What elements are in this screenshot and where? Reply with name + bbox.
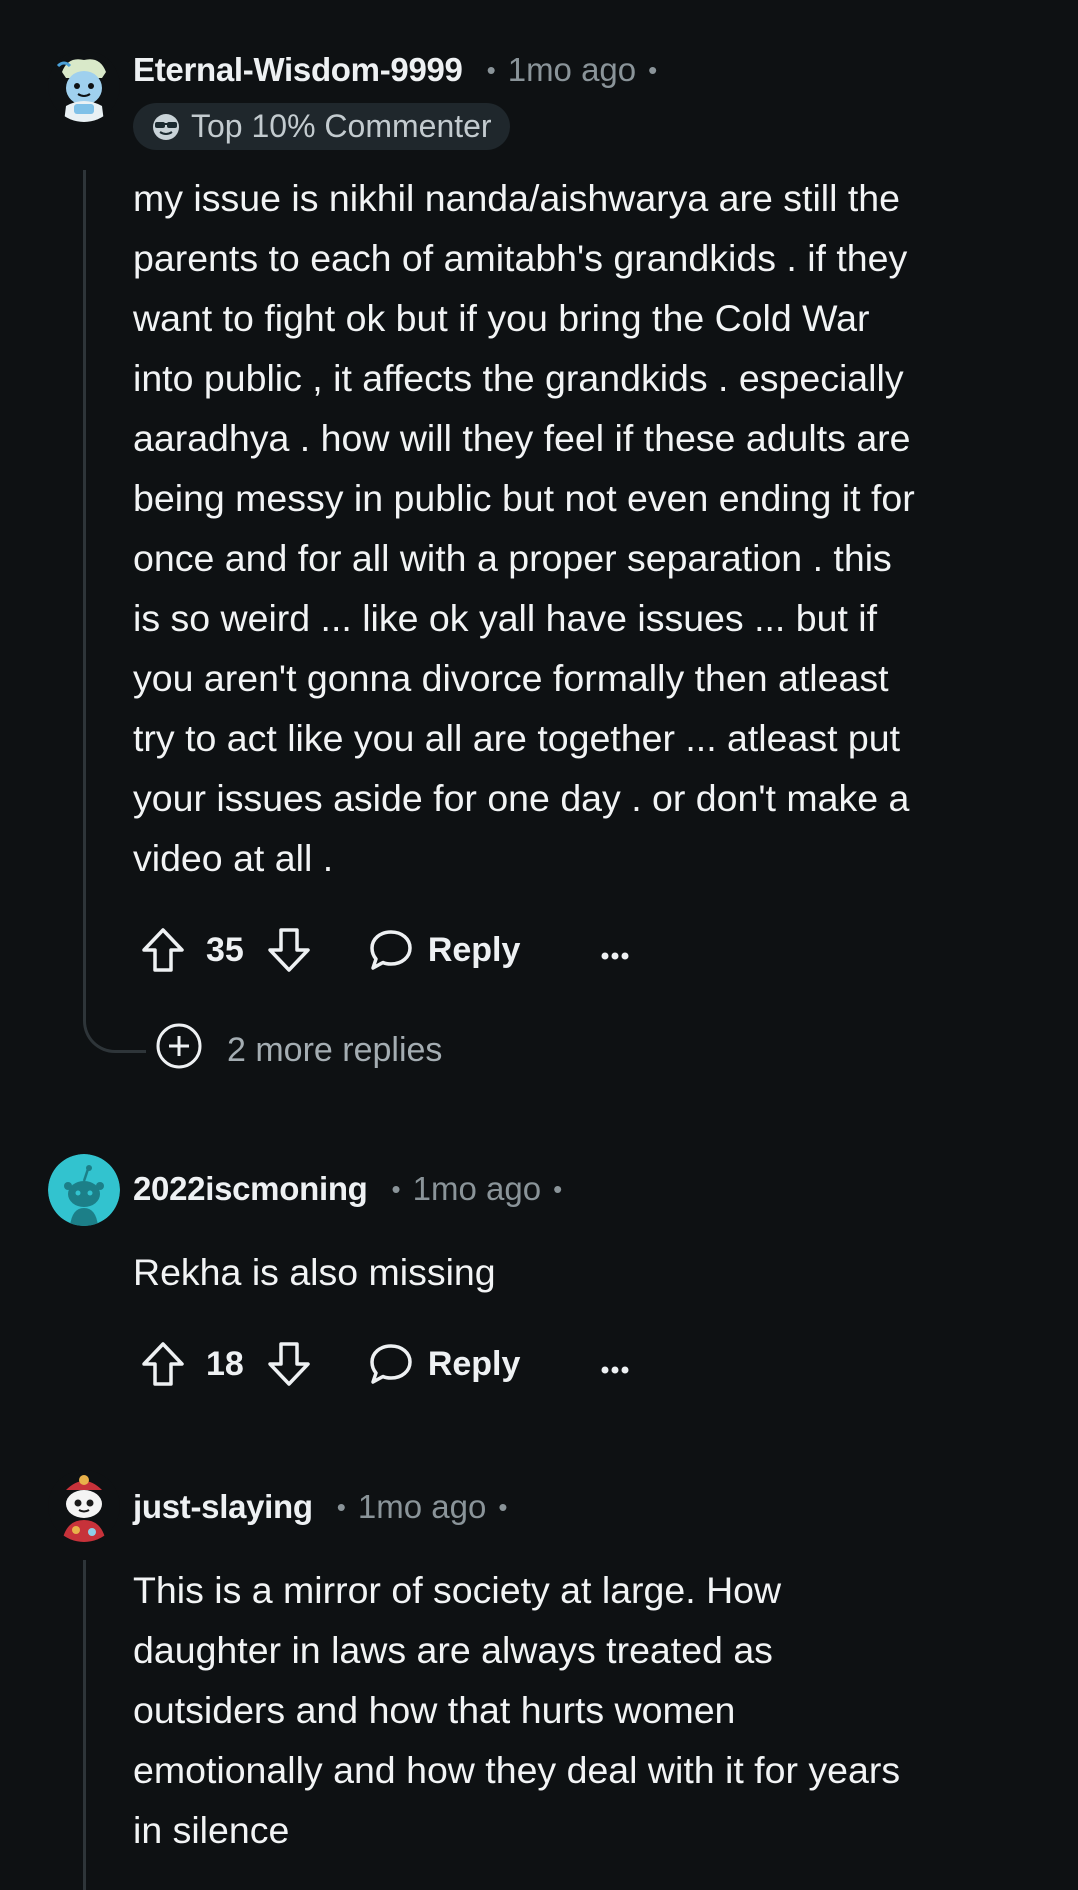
body-line: This is a mirror of society at large. Ho… bbox=[133, 1569, 782, 1611]
comment-header: just-slaying • 1mo ago • bbox=[133, 1487, 507, 1527]
meta-separator: • bbox=[553, 1174, 563, 1204]
more-options-button[interactable] bbox=[600, 931, 630, 970]
downvote-arrow-icon[interactable] bbox=[266, 1340, 312, 1388]
thread-line bbox=[83, 1560, 86, 1890]
comment-header: Eternal-Wisdom-9999 • 1mo ago • bbox=[133, 50, 657, 90]
reply-label: Reply bbox=[427, 930, 521, 969]
reply-button[interactable]: Reply bbox=[368, 928, 521, 972]
body-line: once and for all with a proper separatio… bbox=[133, 537, 892, 579]
body-line: video at all . bbox=[133, 837, 334, 879]
comment-actions: 35 Reply bbox=[140, 920, 630, 980]
meta-separator: • bbox=[336, 1492, 346, 1522]
comment-body: This is a mirror of society at large. Ho… bbox=[133, 1560, 1033, 1860]
more-replies-label: 2 more replies bbox=[227, 1031, 443, 1069]
comment-body: Rekha is also missing bbox=[133, 1242, 1033, 1302]
speech-bubble-icon bbox=[368, 928, 414, 972]
comment-header: 2022iscmoning • 1mo ago • bbox=[133, 1169, 562, 1209]
timestamp: 1mo ago bbox=[412, 1170, 542, 1207]
meta-separator: • bbox=[391, 1174, 401, 1204]
sunglasses-emoji-icon bbox=[151, 112, 181, 142]
vote-score: 35 bbox=[206, 930, 244, 969]
reply-button[interactable]: Reply bbox=[368, 1342, 521, 1386]
more-options-button[interactable] bbox=[600, 1345, 630, 1384]
body-line: emotionally and how they deal with it fo… bbox=[133, 1749, 901, 1791]
meta-separator: • bbox=[648, 55, 658, 85]
body-line: want to fight ok but if you bring the Co… bbox=[133, 297, 870, 339]
more-replies-button[interactable]: 2 more replies bbox=[155, 1022, 442, 1079]
body-line: try to act like you all are together ...… bbox=[133, 717, 901, 759]
body-line: is so weird ... like ok yall have issues… bbox=[133, 597, 878, 639]
meta-separator: • bbox=[498, 1492, 508, 1522]
body-line: in silence bbox=[133, 1809, 290, 1851]
comment-body: my issue is nikhil nanda/aishwarya are s… bbox=[133, 168, 1033, 888]
ellipsis-icon bbox=[600, 1345, 630, 1384]
avatar[interactable] bbox=[48, 1154, 120, 1226]
body-line: Rekha is also missing bbox=[133, 1251, 496, 1293]
username[interactable]: just-slaying bbox=[133, 1487, 313, 1527]
timestamp: 1mo ago bbox=[357, 1488, 487, 1525]
timestamp: 1mo ago bbox=[507, 51, 637, 88]
upvote-arrow-icon[interactable] bbox=[140, 1340, 186, 1388]
vote-score: 18 bbox=[206, 1344, 244, 1383]
avatar[interactable] bbox=[48, 50, 120, 122]
body-line: my issue is nikhil nanda/aishwarya are s… bbox=[133, 177, 901, 219]
speech-bubble-icon bbox=[368, 1342, 414, 1386]
thread-line bbox=[83, 170, 86, 1020]
flair-label: Top 10% Commenter bbox=[191, 108, 492, 144]
body-line: being messy in public but not even endin… bbox=[133, 477, 915, 519]
upvote-arrow-icon[interactable] bbox=[140, 926, 186, 974]
body-line: aaradhya . how will they feel if these a… bbox=[133, 417, 911, 459]
username[interactable]: 2022iscmoning bbox=[133, 1169, 368, 1209]
meta-separator: • bbox=[486, 55, 496, 85]
body-line: into public , it affects the grandkids .… bbox=[133, 357, 904, 399]
downvote-arrow-icon[interactable] bbox=[266, 926, 312, 974]
user-flair-badge: Top 10% Commenter bbox=[133, 103, 510, 150]
username[interactable]: Eternal-Wisdom-9999 bbox=[133, 50, 463, 90]
body-line: outsiders and how that hurts women bbox=[133, 1689, 736, 1731]
body-line: your issues aside for one day . or don't… bbox=[133, 777, 910, 819]
plus-circle-icon bbox=[155, 1022, 203, 1079]
comment-thread: Eternal-Wisdom-9999 • 1mo ago • Top 10% … bbox=[0, 0, 1078, 1890]
thread-line-branch bbox=[83, 1010, 146, 1053]
body-line: daughter in laws are always treated as bbox=[133, 1629, 773, 1671]
reply-label: Reply bbox=[427, 1344, 521, 1383]
body-line: parents to each of amitabh's grandkids .… bbox=[133, 237, 908, 279]
body-line: you aren't gonna divorce formally then a… bbox=[133, 657, 889, 699]
comment-actions: 18 Reply bbox=[140, 1334, 630, 1394]
ellipsis-icon bbox=[600, 931, 630, 970]
avatar[interactable] bbox=[48, 1470, 120, 1542]
